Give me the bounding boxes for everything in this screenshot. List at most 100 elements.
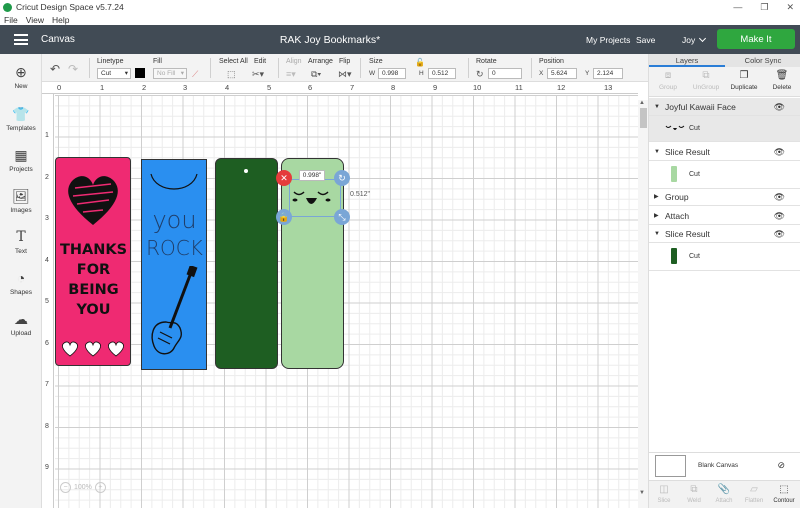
linetype-color-swatch[interactable] xyxy=(135,68,145,78)
edit-icon[interactable]: ✂▾ xyxy=(252,69,264,79)
upload-icon: ☁ xyxy=(14,311,28,327)
flatten-button[interactable]: ▱ Flatten xyxy=(739,484,769,504)
scroll-down-icon[interactable]: ▼ xyxy=(639,490,645,496)
sidebar-item-text[interactable]: T Text xyxy=(0,229,42,255)
menu-help[interactable]: Help xyxy=(52,15,69,25)
sublayer-cut[interactable]: Cut xyxy=(649,116,800,142)
visibility-eye-icon[interactable]: 👁 xyxy=(774,207,785,225)
delete-button[interactable]: 🗑 Delete xyxy=(763,70,800,91)
scroll-up-icon[interactable]: ▲ xyxy=(639,100,645,106)
flip-icon[interactable]: ⋈▾ xyxy=(338,69,352,79)
maximize-button[interactable]: ❐ xyxy=(760,0,768,14)
layer-color-swatch[interactable] xyxy=(671,248,677,264)
bookmark-dark-green[interactable] xyxy=(215,158,278,369)
guitar-icon xyxy=(151,266,198,355)
align-icon[interactable]: ≡▾ xyxy=(286,69,296,79)
x-position-input[interactable]: 5.624 xyxy=(547,68,577,79)
expand-triangle-icon[interactable]: ▼ xyxy=(654,143,660,161)
ruler-tick-label: 10 xyxy=(473,83,482,92)
ruler-tick-label: 9 xyxy=(433,83,438,92)
plus-icon: ⊕ xyxy=(15,64,27,80)
minimize-button[interactable]: — xyxy=(733,0,742,14)
layer-joyful-kawaii-face[interactable]: ▼ Joyful Kawaii Face 👁 xyxy=(649,98,800,116)
sidebar-item-label: Templates xyxy=(6,125,36,132)
visibility-eye-icon[interactable]: 👁 xyxy=(774,225,785,243)
canvas-color-swatch[interactable] xyxy=(655,455,686,477)
edit-label: Edit xyxy=(254,58,267,65)
rotate-input[interactable]: 0 xyxy=(488,68,522,79)
expand-triangle-icon[interactable]: ▼ xyxy=(654,98,660,116)
bookmark-text-line: YOU xyxy=(76,302,111,318)
arrange-icon[interactable]: ⧉▾ xyxy=(311,69,321,79)
attach-button[interactable]: 📎 Attach xyxy=(709,484,739,504)
fill-label: Fill xyxy=(153,58,162,65)
visibility-eye-icon[interactable]: 👁 xyxy=(774,188,785,206)
sidebar-item-label: Projects xyxy=(9,166,33,173)
sublayer-cut[interactable]: Cut xyxy=(649,243,800,271)
save-button[interactable]: Save xyxy=(636,35,655,45)
tab-color-sync[interactable]: Color Sync xyxy=(725,54,800,67)
zoom-out-button[interactable]: − xyxy=(60,481,71,493)
sidebar-item-shapes[interactable]: ◔ Shapes xyxy=(0,270,42,296)
select-all-icon[interactable]: ⬚ xyxy=(227,69,236,79)
blank-canvas-layer[interactable]: Blank Canvas ⊘ xyxy=(649,452,800,478)
position-label: Position xyxy=(539,58,564,65)
expand-triangle-icon[interactable]: ▶ xyxy=(654,207,659,225)
ruler-tick-label: 6 xyxy=(308,83,313,92)
tab-layers[interactable]: Layers xyxy=(649,54,725,67)
canvas-scrollbar[interactable] xyxy=(638,100,648,508)
slice-button[interactable]: ◫ Slice xyxy=(649,484,679,504)
sidebar-item-projects[interactable]: ▦ Projects xyxy=(0,147,42,173)
layer-slice-result-2[interactable]: ▼ Slice Result 👁 xyxy=(649,225,800,243)
layer-slice-result[interactable]: ▼ Slice Result 👁 xyxy=(649,143,800,161)
height-dimension-label: 0.512" xyxy=(350,191,371,198)
layer-color-swatch[interactable] xyxy=(671,166,677,182)
sidebar-item-upload[interactable]: ☁ Upload xyxy=(0,311,42,337)
lock-icon[interactable]: 🔓 xyxy=(415,58,425,68)
menu-file[interactable]: File xyxy=(4,15,18,25)
slice-label: Slice xyxy=(657,498,671,504)
width-input[interactable]: 0.998 xyxy=(378,68,406,79)
sidebar-item-images[interactable]: 🖼 Images xyxy=(0,188,42,214)
linetype-select[interactable]: Cut ▾ xyxy=(97,68,131,79)
layer-attach[interactable]: ▶ Attach 👁 xyxy=(649,207,800,225)
expand-triangle-icon[interactable]: ▼ xyxy=(654,225,660,243)
undo-icon[interactable]: ↶ xyxy=(50,63,60,75)
scrollbar-thumb[interactable] xyxy=(640,108,647,128)
delete-handle-icon[interactable]: ✕ xyxy=(276,170,292,186)
visibility-eye-icon[interactable]: 👁 xyxy=(774,98,785,116)
window-title: Cricut Design Space v5.7.24 xyxy=(16,2,124,12)
ribbon-loop-icon xyxy=(150,173,198,190)
lock-handle-icon[interactable]: 🔒 xyxy=(276,209,292,225)
resize-handle-icon[interactable]: ⤡ xyxy=(334,209,350,225)
expand-triangle-icon[interactable]: ▶ xyxy=(654,188,659,206)
redo-icon[interactable]: ↷ xyxy=(68,63,78,75)
sublayer-label: Cut xyxy=(689,125,700,132)
make-it-button[interactable]: Make It xyxy=(717,29,795,49)
menu-view[interactable]: View xyxy=(26,15,44,25)
height-input[interactable]: 0.512 xyxy=(428,68,456,79)
user-menu[interactable]: Joy xyxy=(682,34,707,45)
rotate-handle-icon[interactable]: ↻ xyxy=(334,170,350,186)
sidebar-item-label: New xyxy=(14,83,28,90)
fill-pattern-icon[interactable]: ⟋ xyxy=(192,69,198,79)
sidebar-item-new[interactable]: ⊕ New xyxy=(0,64,42,90)
fill-select[interactable]: No Fill ▾ xyxy=(153,68,187,79)
duplicate-button[interactable]: ❐ Duplicate xyxy=(725,70,763,91)
y-position-input[interactable]: 2.124 xyxy=(593,68,623,79)
layer-group[interactable]: ▶ Group 👁 xyxy=(649,188,800,206)
sublayer-cut[interactable]: Cut xyxy=(649,161,800,189)
close-window-button[interactable]: ✕ xyxy=(786,0,794,14)
zoom-level: 100% xyxy=(74,483,92,491)
group-button[interactable]: ⧈ Group xyxy=(649,70,687,91)
visibility-hidden-eye-icon[interactable]: ⊘ xyxy=(777,460,785,471)
my-projects-link[interactable]: My Projects xyxy=(586,35,630,45)
visibility-eye-icon[interactable]: 👁 xyxy=(774,143,785,161)
ruler-tick-label: 11 xyxy=(515,83,523,92)
ruler-tick-label: 8 xyxy=(45,423,49,430)
contour-button[interactable]: ⬚ Contour xyxy=(769,484,799,504)
ungroup-button[interactable]: ⧉ UnGroup xyxy=(687,70,725,91)
zoom-in-button[interactable]: + xyxy=(94,481,106,493)
sidebar-item-templates[interactable]: 👕 Templates xyxy=(0,106,42,132)
weld-button[interactable]: ⧉ Weld xyxy=(679,484,709,504)
